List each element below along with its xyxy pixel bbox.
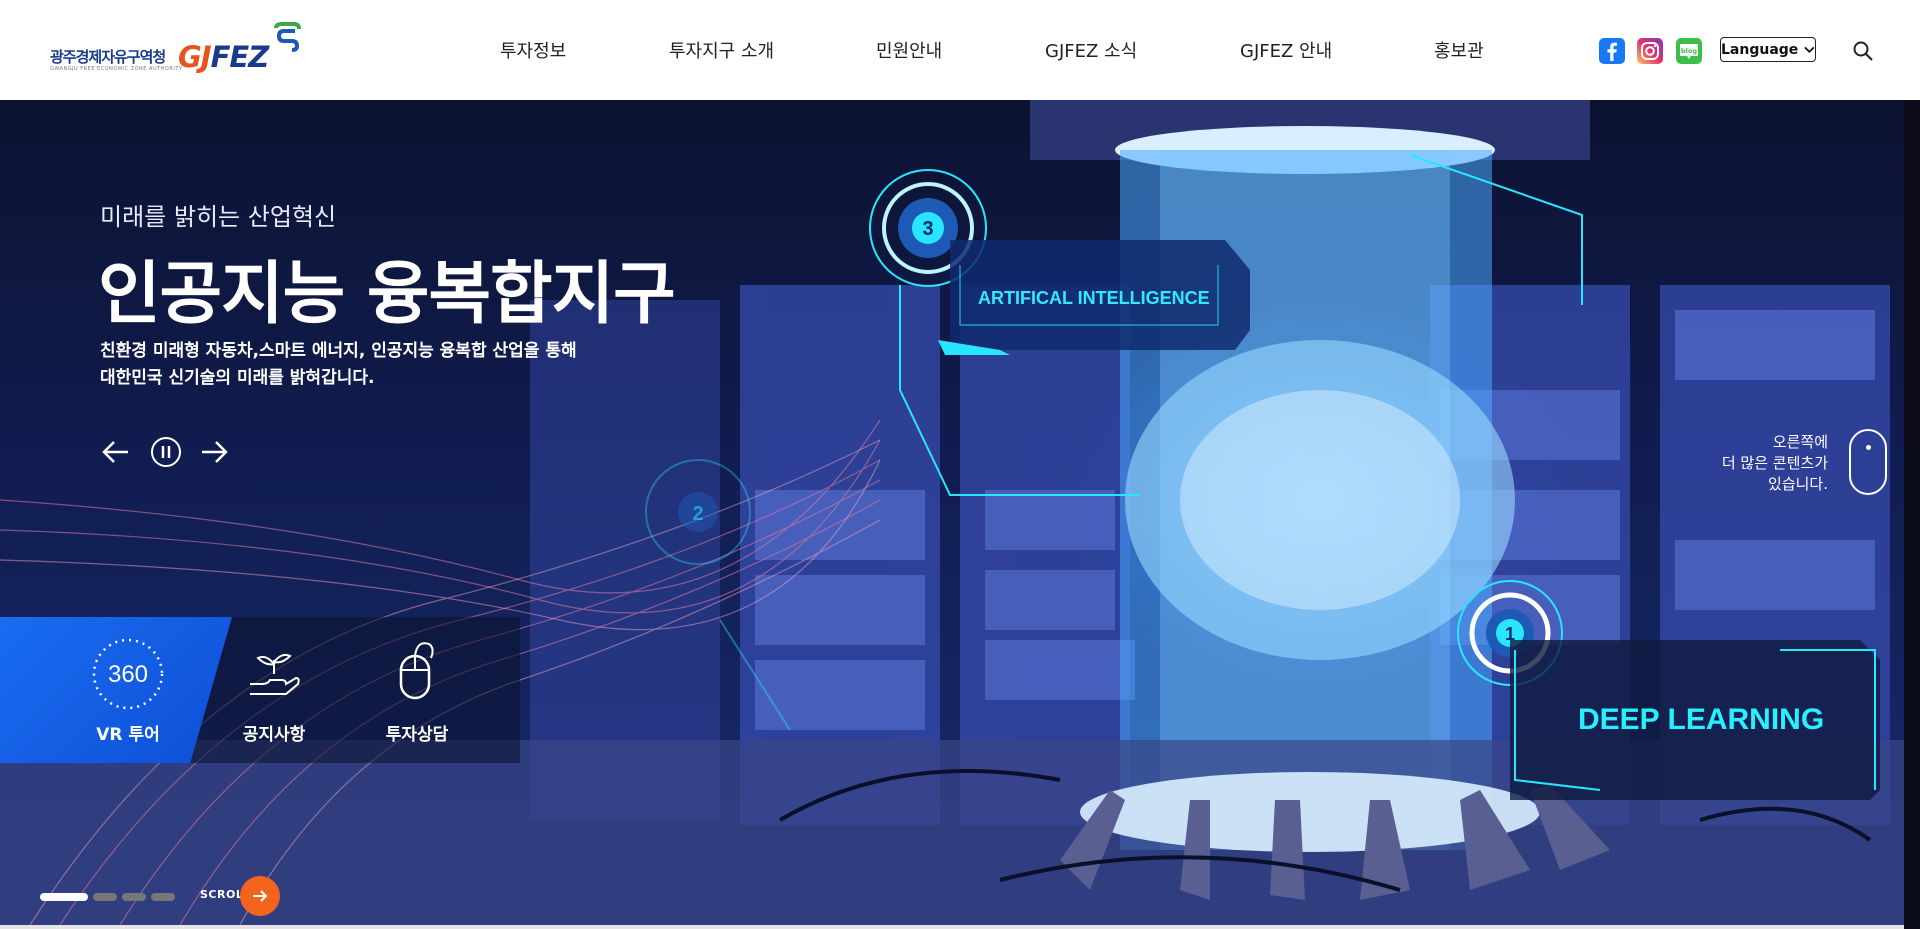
mouse-scroll-icon[interactable]	[1849, 429, 1887, 495]
nav-item-about[interactable]: GJFEZ 안내	[1240, 37, 1332, 63]
search-icon[interactable]	[1852, 40, 1874, 62]
hud-number-3: 3	[922, 218, 933, 240]
hero-description-line-1: 친환경 미래형 자동차,스마트 에너지, 인공지능 융복합 산업을 통해	[100, 341, 577, 361]
language-label: Language	[1721, 41, 1799, 58]
language-select[interactable]: Language	[1720, 37, 1816, 62]
quick-menu-notice[interactable]: 공지사항	[204, 630, 344, 750]
slide-dot-3[interactable]	[122, 893, 146, 901]
mouse-click-icon	[399, 642, 434, 700]
quick-menu-consultation[interactable]: 투자상담	[347, 630, 487, 750]
logo-korean-text: 광주경제자유구역청	[50, 48, 166, 66]
vr-360-icon: 360	[92, 638, 164, 710]
site-header: 광주경제자유구역청 GWANGJU FREE ECONOMIC ZONE AUT…	[0, 0, 1920, 100]
hero-tagline: 미래를 밝히는 산업혁신	[100, 203, 337, 231]
logo-brand-gj: GJ	[178, 40, 212, 74]
quick-menu-consultation-label: 투자상담	[385, 725, 449, 745]
blog-icon-label: blog	[1681, 47, 1697, 55]
hero-title: 인공지능 융복합지구	[98, 255, 676, 334]
slide-prev-arrow-icon[interactable]	[100, 436, 132, 468]
quick-menu-notice-label: 공지사항	[242, 725, 306, 745]
slide-pause-icon[interactable]	[150, 436, 182, 468]
slide-dot-2[interactable]	[93, 893, 117, 901]
nav-item-pr-hall[interactable]: 홍보관	[1434, 37, 1484, 63]
more-content-hint-line-3: 있습니다.	[1768, 475, 1828, 493]
more-content-hint-line-1: 오른쪽에	[1772, 433, 1828, 451]
logo-brand: GJFEZ	[178, 40, 270, 74]
horizontal-scrollbar[interactable]	[0, 925, 1904, 929]
facebook-icon[interactable]	[1599, 38, 1625, 64]
logo-mark-icon	[274, 22, 301, 52]
nav-item-news[interactable]: GJFEZ 소식	[1045, 37, 1137, 63]
slide-dot-4[interactable]	[151, 893, 175, 901]
sprout-hand-icon	[250, 653, 300, 695]
site-logo[interactable]: 광주경제자유구역청 GWANGJU FREE ECONOMIC ZONE AUT…	[48, 22, 308, 78]
chevron-down-icon	[1804, 46, 1815, 53]
scroll-down-button[interactable]	[240, 876, 280, 916]
vr-360-text: 360	[108, 661, 148, 688]
quick-menu-vr-tour[interactable]: 360 VR 투어	[58, 630, 198, 750]
nav-item-district-intro[interactable]: 투자지구 소개	[669, 37, 774, 63]
more-content-hint-line-2: 더 많은 콘텐츠가	[1721, 454, 1828, 472]
logo-brand-fez: FEZ	[210, 40, 270, 74]
logo-subtitle: GWANGJU FREE ECONOMIC ZONE AUTHORITY	[50, 66, 183, 72]
quick-menu-vr-label: VR 투어	[96, 725, 160, 745]
hero-description-line-2: 대한민국 신기술의 미래를 밝혀갑니다.	[100, 368, 375, 388]
hud-ai-label: ARTIFICAL INTELLIGENCE	[978, 288, 1210, 308]
blog-icon[interactable]: blog	[1676, 38, 1702, 64]
arrow-right-icon	[253, 890, 268, 902]
hud-number-2: 2	[692, 503, 703, 525]
vertical-scrollbar[interactable]	[1904, 100, 1920, 929]
nav-item-civil-service[interactable]: 민원안내	[876, 37, 942, 63]
hero-description: 친환경 미래형 자동차,스마트 에너지, 인공지능 융복합 산업을 통해 대한민…	[100, 338, 577, 392]
more-content-hint: 오른쪽에 더 많은 콘텐츠가 있습니다.	[1680, 432, 1828, 495]
slide-next-arrow-icon[interactable]	[198, 436, 230, 468]
nav-item-investment-info[interactable]: 투자정보	[500, 37, 566, 63]
slide-dot-1[interactable]	[40, 893, 88, 901]
hud-deep-learning-label: DEEP LEARNING	[1578, 703, 1825, 736]
instagram-icon[interactable]	[1637, 38, 1663, 64]
